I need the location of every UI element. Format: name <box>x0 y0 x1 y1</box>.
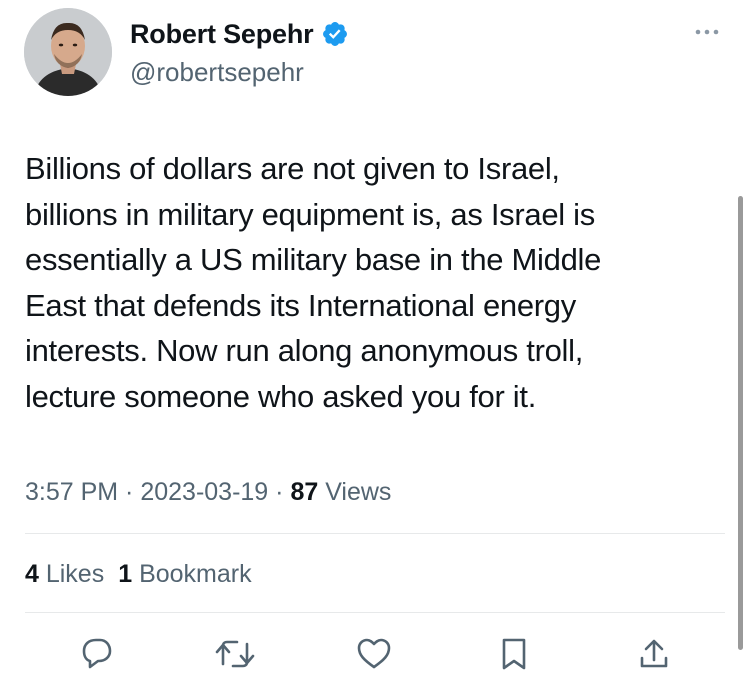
tweet-meta: 3:57 PM · 2023-03-19 · 87 Views <box>25 476 391 508</box>
avatar[interactable] <box>24 8 112 96</box>
meta-separator: · <box>118 478 141 506</box>
views-count: 87 <box>290 478 319 506</box>
likes-stat[interactable]: 4 Likes <box>25 560 104 588</box>
tweet-text: Billions of dollars are not given to Isr… <box>25 151 602 414</box>
divider <box>25 533 725 534</box>
verified-badge-icon <box>321 20 349 48</box>
likes-label: Likes <box>38 560 105 588</box>
author-name-row: Robert Sepehr <box>130 18 349 50</box>
action-bar <box>0 622 750 670</box>
share-icon[interactable] <box>634 634 674 674</box>
retweet-icon[interactable] <box>213 634 255 674</box>
bookmarks-label: Bookmark <box>132 560 252 588</box>
author-display-name[interactable]: Robert Sepehr <box>130 18 314 50</box>
divider <box>25 612 725 613</box>
scrollbar[interactable] <box>738 196 743 650</box>
engagement-stats: 4 Likes 1 Bookmark <box>25 558 266 590</box>
like-icon[interactable] <box>354 634 394 674</box>
views-label: Views <box>318 478 392 506</box>
tweet-detail: Robert Sepehr @robertsepehr Billions of … <box>0 0 750 670</box>
meta-separator: · <box>268 478 291 506</box>
bookmark-icon[interactable] <box>494 634 534 674</box>
bookmarks-stat[interactable]: 1 Bookmark <box>118 560 251 588</box>
author-handle[interactable]: @robertsepehr <box>130 56 304 88</box>
more-icon[interactable] <box>690 22 724 42</box>
reply-icon[interactable] <box>76 634 116 674</box>
tweet-date[interactable]: 2023-03-19 <box>140 478 268 506</box>
likes-count: 4 <box>25 560 39 588</box>
tweet-time[interactable]: 3:57 PM <box>25 478 118 506</box>
bookmarks-count: 1 <box>118 560 133 588</box>
